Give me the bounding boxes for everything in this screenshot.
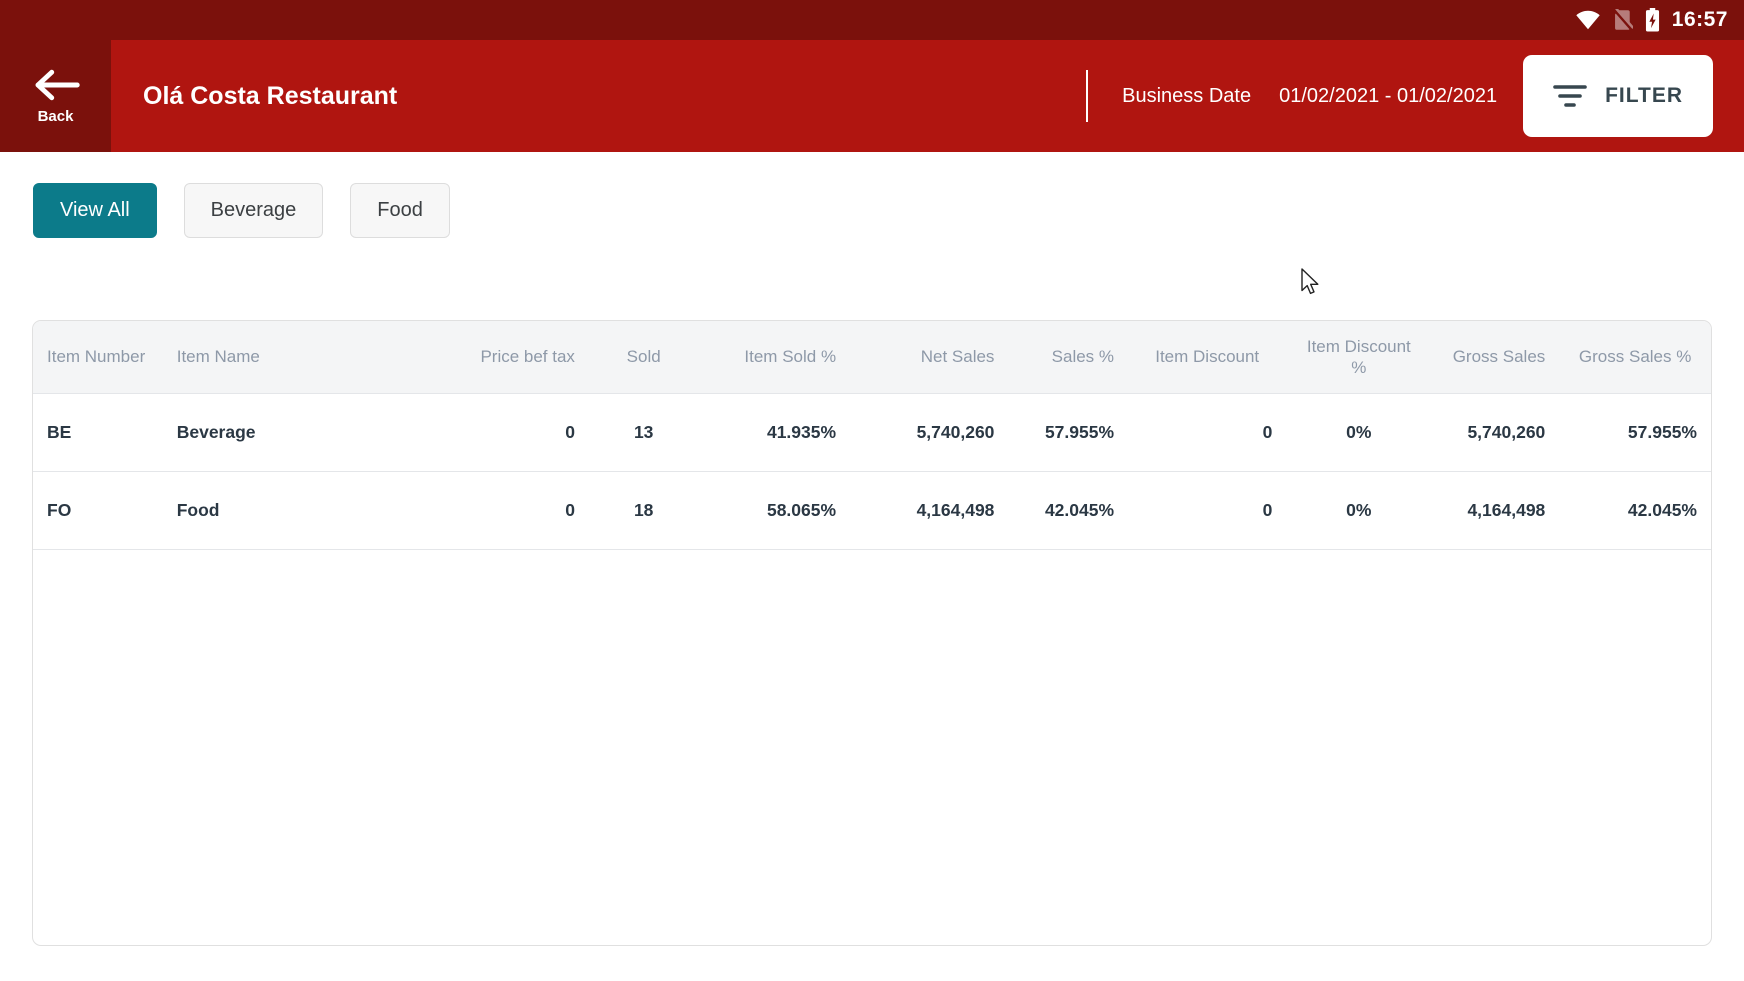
item-sales-table: Item NumberItem NamePrice bef taxSoldIte… <box>33 321 1711 550</box>
chip-beverage[interactable]: Beverage <box>184 183 324 238</box>
cell-item-discount: 0 <box>1128 471 1286 549</box>
cell-item-sold-pct: 41.935% <box>698 393 850 471</box>
cell-sales-pct: 57.955% <box>1008 393 1128 471</box>
cell-item-number: BE <box>33 393 163 471</box>
battery-charging-icon <box>1645 8 1660 32</box>
app-bar-right: Business Date 01/02/2021 - 01/02/2021 FI… <box>1086 55 1744 137</box>
column-header-sales-pct: Sales % <box>1008 321 1128 393</box>
app-bar: Olá Costa Restaurant Business Date 01/02… <box>111 40 1744 152</box>
top-region: 16:57 Back Olá Costa Restaurant Business… <box>0 0 1744 152</box>
cell-item-discount-pct: 0% <box>1286 393 1431 471</box>
table-header-row: Item NumberItem NamePrice bef taxSoldIte… <box>33 321 1711 393</box>
column-header-item-number: Item Number <box>33 321 163 393</box>
wifi-icon <box>1575 10 1601 30</box>
cell-gross-sales-pct: 42.045% <box>1559 471 1711 549</box>
column-header-gross-sales: Gross Sales <box>1431 321 1559 393</box>
cell-net-sales: 4,164,498 <box>850 471 1008 549</box>
header-divider <box>1086 70 1088 122</box>
column-header-item-sold-pct: Item Sold % <box>698 321 850 393</box>
cell-item-number: FO <box>33 471 163 549</box>
back-label: Back <box>38 108 74 125</box>
table-row[interactable]: BEBeverage01341.935%5,740,26057.955%00%5… <box>33 393 1711 471</box>
cell-item-sold-pct: 58.065% <box>698 471 850 549</box>
filter-icon <box>1553 83 1587 109</box>
column-header-price-bef-tax: Price bef tax <box>439 321 589 393</box>
cell-price-bef-tax: 0 <box>439 393 589 471</box>
back-button[interactable]: Back <box>0 40 111 152</box>
back-arrow-icon <box>30 68 82 102</box>
column-header-net-sales: Net Sales <box>850 321 1008 393</box>
cell-item-discount: 0 <box>1128 393 1286 471</box>
chip-view-all[interactable]: View All <box>33 183 157 238</box>
filter-label: FILTER <box>1605 84 1683 108</box>
column-header-gross-sales-pct: Gross Sales % <box>1559 321 1711 393</box>
table-row[interactable]: FOFood01858.065%4,164,49842.045%00%4,164… <box>33 471 1711 549</box>
cell-net-sales: 5,740,260 <box>850 393 1008 471</box>
chip-food[interactable]: Food <box>350 183 450 238</box>
cell-gross-sales: 4,164,498 <box>1431 471 1559 549</box>
page-title: Olá Costa Restaurant <box>143 82 397 111</box>
status-time: 16:57 <box>1672 8 1728 32</box>
column-header-item-discount: Item Discount <box>1128 321 1286 393</box>
cell-sales-pct: 42.045% <box>1008 471 1128 549</box>
business-date-label: Business Date <box>1122 85 1251 108</box>
cell-gross-sales-pct: 57.955% <box>1559 393 1711 471</box>
filter-button[interactable]: FILTER <box>1523 55 1713 137</box>
business-date-value: 01/02/2021 - 01/02/2021 <box>1279 85 1497 108</box>
category-chips-row: View All Beverage Food <box>33 183 450 238</box>
cell-item-name: Beverage <box>163 393 439 471</box>
cell-item-discount-pct: 0% <box>1286 471 1431 549</box>
cell-sold: 18 <box>589 471 699 549</box>
cell-price-bef-tax: 0 <box>439 471 589 549</box>
status-bar: 16:57 <box>0 0 1744 40</box>
column-header-sold: Sold <box>589 321 699 393</box>
sim-disabled-icon <box>1613 9 1633 31</box>
column-header-item-name: Item Name <box>163 321 439 393</box>
report-table-card: Item NumberItem NamePrice bef taxSoldIte… <box>32 320 1712 946</box>
cell-item-name: Food <box>163 471 439 549</box>
cell-sold: 13 <box>589 393 699 471</box>
cell-gross-sales: 5,740,260 <box>1431 393 1559 471</box>
column-header-item-discount-pct: Item Discount % <box>1286 321 1431 393</box>
mouse-cursor <box>1298 268 1322 296</box>
